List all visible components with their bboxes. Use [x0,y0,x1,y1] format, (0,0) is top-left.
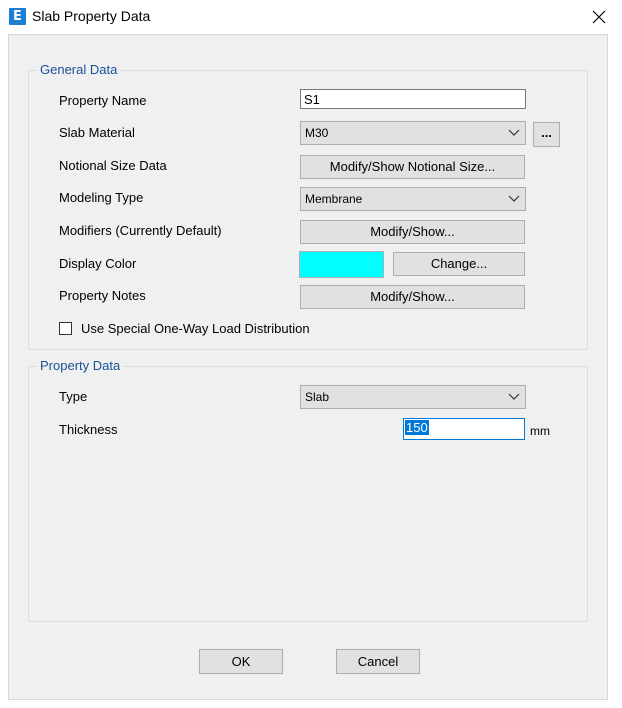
app-icon: E [9,8,26,25]
modeling-type-select[interactable]: Membrane [300,187,526,211]
property-name-input[interactable] [300,89,526,109]
slab-material-more-button[interactable]: ... [533,122,560,147]
thickness-input[interactable]: 150 [403,418,525,440]
one-way-load-label[interactable]: Use Special One-Way Load Distribution [81,321,310,337]
property-data-legend: Property Data [37,358,124,374]
thickness-value: 150 [405,420,429,435]
slab-material-value: M30 [305,126,329,140]
title-bar: E Slab Property Data [0,0,622,34]
one-way-load-checkbox[interactable] [59,322,72,335]
modeling-type-value: Membrane [305,192,363,206]
chevron-down-icon [508,129,520,136]
close-icon [592,10,606,24]
type-label: Type [59,389,88,404]
modeling-type-label: Modeling Type [59,190,144,205]
chevron-down-icon [508,195,520,202]
property-name-label: Property Name [59,93,147,108]
modifiers-label: Modifiers (Currently Default) [59,223,222,238]
general-data-legend: General Data [37,62,121,78]
dialog-body: General Data Property Name Slab Material… [8,34,608,700]
type-select[interactable]: Slab [300,385,526,409]
thickness-label: Thickness [59,422,118,437]
notional-size-label: Notional Size Data [59,158,167,173]
property-notes-label: Property Notes [59,288,146,303]
change-color-button[interactable]: Change... [393,252,525,276]
slab-material-select[interactable]: M30 [300,121,526,145]
display-color-label: Display Color [59,256,137,271]
thickness-unit: mm [530,424,550,438]
window-title: Slab Property Data [32,8,151,24]
chevron-down-icon [508,393,520,400]
type-value: Slab [305,390,330,404]
ok-button[interactable]: OK [199,649,283,674]
modifiers-button[interactable]: Modify/Show... [300,220,525,244]
cancel-button[interactable]: Cancel [336,649,420,674]
notional-size-button[interactable]: Modify/Show Notional Size... [300,155,525,179]
property-notes-button[interactable]: Modify/Show... [300,285,525,309]
close-button[interactable] [576,0,622,34]
display-color-swatch[interactable] [299,251,384,278]
slab-material-label: Slab Material [59,125,135,140]
